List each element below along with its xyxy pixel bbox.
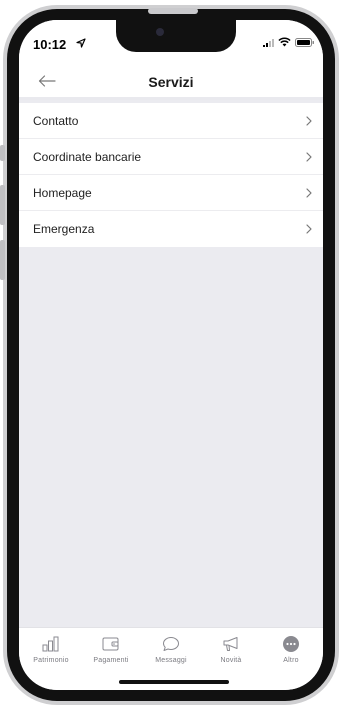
- navigation-bar: Servizi: [19, 64, 323, 100]
- list-item-homepage[interactable]: Homepage: [19, 175, 323, 211]
- bar-chart-icon: [42, 636, 59, 652]
- services-list: Contatto Coordinate bancarie Homepage Em…: [19, 103, 323, 247]
- top-speaker: [148, 8, 198, 14]
- wifi-icon: [278, 37, 291, 47]
- tab-messaggi[interactable]: Messaggi: [142, 634, 200, 664]
- tab-pagamenti[interactable]: Pagamenti: [82, 634, 140, 664]
- tab-bar: Patrimonio Pagamenti Messaggi Novità Alt…: [19, 627, 323, 690]
- side-button: [0, 240, 5, 280]
- list-item-label: Emergenza: [33, 222, 95, 236]
- list-item-label: Coordinate bancarie: [33, 149, 142, 164]
- chat-bubble-icon: [163, 637, 179, 651]
- list-item-emergenza[interactable]: Emergenza: [19, 211, 323, 247]
- tab-patrimonio[interactable]: Patrimonio: [22, 634, 80, 664]
- camera-dot: [156, 28, 164, 36]
- screen: 10:12 Servizi Contatto Coordinate bancar…: [19, 20, 323, 690]
- wallet-icon: [102, 637, 119, 651]
- tab-label: Messaggi: [155, 657, 187, 664]
- chevron-right-icon: [306, 187, 312, 198]
- chevron-right-icon: [306, 115, 312, 126]
- list-item-contatto[interactable]: Contatto: [19, 103, 323, 139]
- side-button: [0, 185, 5, 225]
- tab-label: Pagamenti: [93, 657, 129, 664]
- battery-icon: [295, 38, 314, 47]
- side-button: [0, 145, 5, 161]
- notch: [116, 20, 236, 52]
- list-item-label: Contatto: [33, 113, 79, 128]
- list-item-coordinate-bancarie[interactable]: Coordinate bancarie: [19, 139, 323, 175]
- more-icon: [283, 636, 299, 652]
- chevron-right-icon: [306, 224, 312, 234]
- list-item-label: Homepage: [33, 185, 92, 200]
- tab-novita[interactable]: Novità: [202, 634, 260, 664]
- megaphone-icon: [223, 637, 238, 651]
- tab-label: Altro: [283, 657, 299, 664]
- chevron-right-icon: [306, 151, 312, 162]
- page-title: Servizi: [148, 74, 194, 90]
- tab-label: Novità: [220, 657, 242, 664]
- status-time: 10:12: [33, 37, 67, 52]
- cellular-signal-icon: [263, 39, 274, 47]
- home-indicator: [119, 680, 229, 684]
- location-arrow-icon: [76, 38, 86, 48]
- tab-altro[interactable]: Altro: [262, 634, 320, 664]
- tab-label: Patrimonio: [33, 657, 69, 664]
